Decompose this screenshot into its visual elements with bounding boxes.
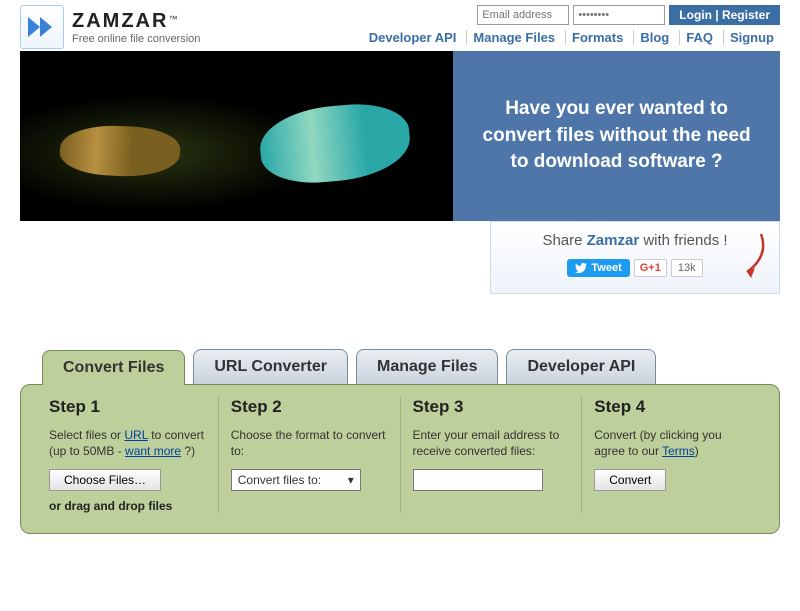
step-title: Step 3 (413, 397, 570, 417)
gplus-button[interactable]: G+1 (634, 259, 667, 277)
chevron-down-icon: ▾ (348, 473, 354, 487)
nav-blog[interactable]: Blog (633, 30, 675, 45)
banner: Have you ever wanted to convert files wi… (20, 51, 780, 221)
email-field[interactable] (477, 5, 569, 25)
share-title: Share Zamzar with friends ! (505, 232, 765, 249)
terms-link[interactable]: Terms (662, 444, 695, 458)
tabs: Convert Files URL Converter Manage Files… (42, 349, 780, 384)
want-more-link[interactable]: want more (125, 444, 181, 458)
logo-title: ZAMZAR (72, 10, 168, 32)
choose-files-button[interactable]: Choose Files… (49, 469, 161, 491)
url-link[interactable]: URL (124, 428, 148, 442)
logo-icon (20, 5, 64, 49)
step-title: Step 2 (231, 397, 388, 417)
step-3: Step 3 Enter your email address to recei… (401, 397, 583, 513)
step-2: Step 2 Choose the format to convert to: … (219, 397, 401, 513)
tab-developer-api[interactable]: Developer API (506, 349, 656, 384)
nav-formats[interactable]: Formats (565, 30, 629, 45)
tab-url-converter[interactable]: URL Converter (193, 349, 348, 384)
banner-text: Have you ever wanted to convert files wi… (453, 51, 780, 221)
step-4: Step 4 Convert (by clicking you agree to… (582, 397, 763, 513)
tab-convert-files[interactable]: Convert Files (42, 350, 185, 385)
step-title: Step 1 (49, 397, 206, 417)
convert-email-field[interactable] (413, 469, 543, 491)
login-button[interactable]: Login | Register (669, 5, 780, 25)
step-1: Step 1 Select files or URL to convert (u… (37, 397, 219, 513)
nav-manage-files[interactable]: Manage Files (466, 30, 561, 45)
password-field[interactable] (573, 5, 665, 25)
nav-developer-api[interactable]: Developer API (363, 30, 463, 45)
nav-links: Developer API Manage Files Formats Blog … (363, 30, 780, 45)
logo-tagline: Free online file conversion (72, 33, 200, 45)
tweet-button[interactable]: Tweet (567, 259, 629, 277)
arrow-icon (731, 228, 773, 284)
share-box: Share Zamzar with friends ! Tweet G+1 13… (490, 221, 780, 294)
convert-panel: Step 1 Select files or URL to convert (u… (20, 384, 780, 534)
nav-faq[interactable]: FAQ (679, 30, 719, 45)
gplus-count: 13k (671, 259, 703, 277)
banner-image (20, 51, 453, 221)
header: ZAMZAR™ Free online file conversion Logi… (20, 5, 780, 49)
drag-drop-text: or drag and drop files (49, 499, 206, 513)
format-select[interactable]: Convert files to:▾ (231, 469, 361, 491)
tab-manage-files[interactable]: Manage Files (356, 349, 498, 384)
logo[interactable]: ZAMZAR™ Free online file conversion (20, 5, 200, 49)
step-title: Step 4 (594, 397, 751, 417)
convert-button[interactable]: Convert (594, 469, 666, 491)
nav-signup[interactable]: Signup (723, 30, 780, 45)
